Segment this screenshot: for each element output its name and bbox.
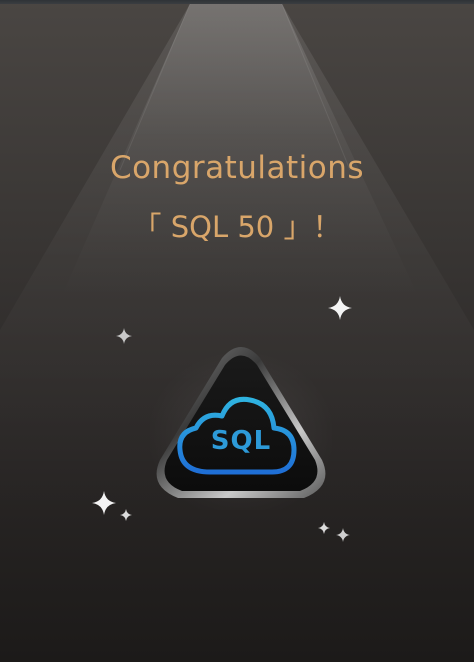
sparkle-icon xyxy=(328,296,352,320)
sparkle-icon xyxy=(318,522,330,534)
badge-name-text: 「 SQL 50 」！ xyxy=(132,210,342,244)
congrats-title: Congratulations xyxy=(109,150,365,186)
sparkle-icon xyxy=(116,328,132,344)
spotlight-rays xyxy=(0,3,474,520)
modal-top-edge xyxy=(0,0,474,4)
sparkle-icon xyxy=(92,491,116,515)
badge-graphic xyxy=(146,347,336,520)
sql-50-badge: SQL xyxy=(146,340,336,520)
sparkle-icon xyxy=(120,509,132,521)
sparkle-icon xyxy=(336,528,350,542)
congratulations-modal: Congratulations 「 SQL 50 」！ SQL xyxy=(0,0,474,662)
badge-sql-label: SQL xyxy=(210,426,272,456)
